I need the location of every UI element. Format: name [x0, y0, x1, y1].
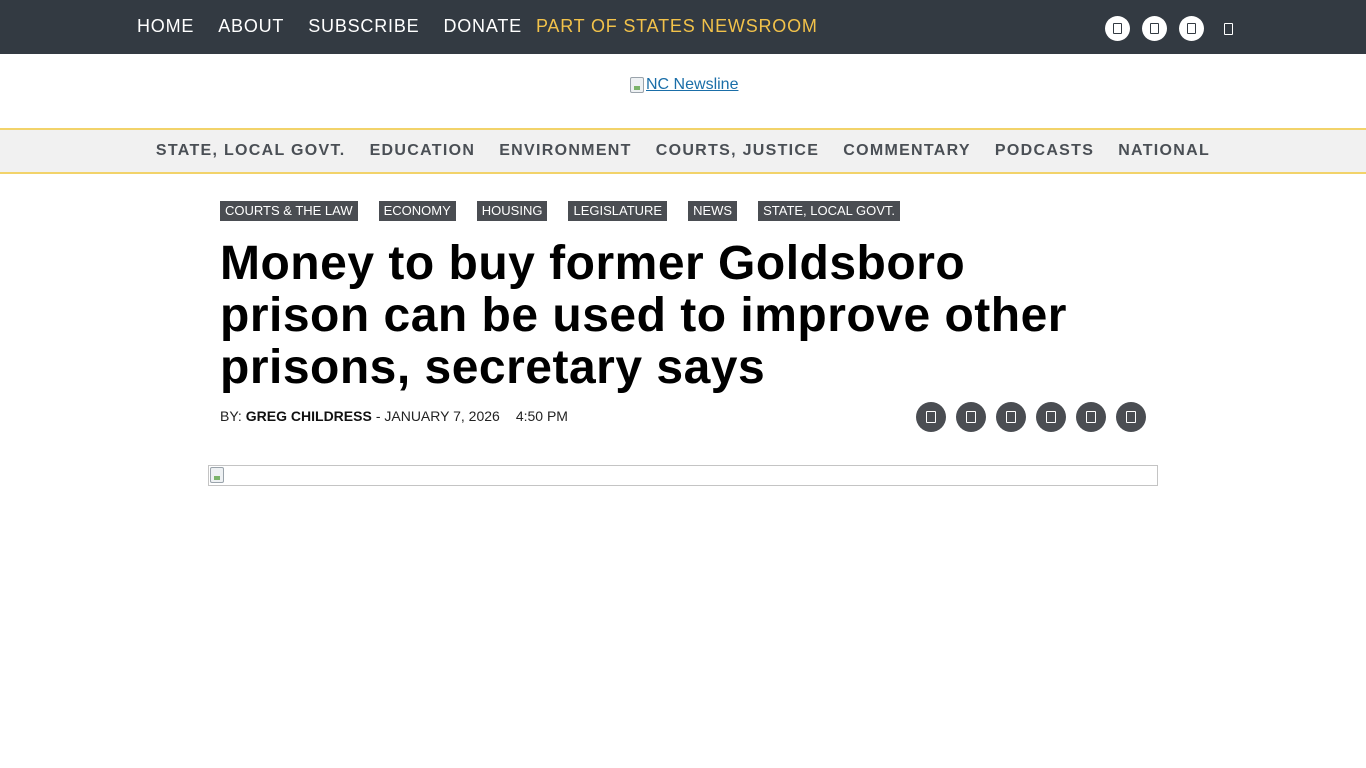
share-linkedin-button[interactable] — [1036, 402, 1066, 432]
featured-image — [208, 465, 1158, 486]
facebook-icon — [1113, 23, 1122, 34]
share-facebook-button[interactable] — [916, 402, 946, 432]
share-email-button[interactable] — [996, 402, 1026, 432]
share-buttons — [916, 402, 1156, 432]
nav-donate-link[interactable]: DONATE — [443, 14, 521, 38]
tag-courts-law[interactable]: COURTS & THE LAW — [220, 201, 358, 221]
print-icon — [1126, 411, 1136, 423]
tag-news[interactable]: NEWS — [688, 201, 738, 221]
publish-time: 4:50 PM — [515, 408, 568, 424]
share-reddit-button[interactable] — [1076, 402, 1106, 432]
site-logo[interactable]: NC Newsline — [630, 74, 738, 96]
search-button[interactable] — [1216, 17, 1240, 41]
tag-legislature[interactable]: LEGISLATURE — [568, 201, 668, 221]
publish-date: - JANUARY 7, 2026 — [375, 408, 500, 424]
top-bar: HOME ABOUT SUBSCRIBE DONATE PART OF STAT… — [0, 0, 1366, 54]
section-nav: STATE, LOCAL GOVT. EDUCATION ENVIRONMENT… — [0, 128, 1366, 174]
instagram-button[interactable] — [1179, 16, 1204, 41]
section-commentary[interactable]: COMMENTARY — [843, 142, 971, 160]
byline: BY: GREG CHILDRESS - JANUARY 7, 2026 4:5… — [220, 408, 568, 424]
broken-image-icon — [630, 77, 644, 93]
author-link[interactable]: GREG CHILDRESS — [246, 408, 372, 424]
share-twitter-button[interactable] — [956, 402, 986, 432]
article-title: Money to buy former Goldsboro prison can… — [220, 237, 1067, 394]
reddit-icon — [1086, 411, 1096, 423]
instagram-icon — [1187, 23, 1196, 34]
nav-about-link[interactable]: ABOUT — [218, 14, 284, 38]
section-podcasts[interactable]: PODCASTS — [995, 142, 1094, 160]
twitter-icon — [966, 411, 976, 423]
section-education[interactable]: EDUCATION — [370, 142, 476, 160]
article-tags: COURTS & THE LAW ECONOMY HOUSING LEGISLA… — [220, 201, 921, 221]
twitter-button[interactable] — [1142, 16, 1167, 41]
tag-economy[interactable]: ECONOMY — [378, 201, 456, 221]
section-courts-justice[interactable]: COURTS, JUSTICE — [656, 142, 820, 160]
tag-housing[interactable]: HOUSING — [476, 201, 548, 221]
facebook-button[interactable] — [1105, 16, 1130, 41]
section-state-local-govt[interactable]: STATE, LOCAL GOVT. — [156, 142, 346, 160]
byline-prefix: BY: — [220, 408, 242, 424]
email-icon — [1006, 411, 1016, 423]
search-icon — [1223, 22, 1233, 35]
linkedin-icon — [1046, 411, 1056, 423]
broken-image-icon — [210, 467, 224, 483]
nav-home-link[interactable]: HOME — [137, 14, 194, 38]
tag-state-local-govt[interactable]: STATE, LOCAL GOVT. — [758, 201, 901, 221]
facebook-icon — [926, 411, 936, 423]
section-environment[interactable]: ENVIRONMENT — [499, 142, 632, 160]
social-links — [1105, 16, 1240, 41]
nav-subscribe-link[interactable]: SUBSCRIBE — [308, 14, 419, 38]
twitter-icon — [1150, 23, 1159, 34]
logo-alt-text: NC Newsline — [646, 76, 739, 93]
states-newsroom-link[interactable]: PART OF STATES NEWSROOM — [536, 14, 818, 38]
top-nav: HOME ABOUT SUBSCRIBE DONATE PART OF STAT… — [137, 14, 818, 38]
section-national[interactable]: NATIONAL — [1118, 142, 1210, 160]
share-print-button[interactable] — [1116, 402, 1146, 432]
